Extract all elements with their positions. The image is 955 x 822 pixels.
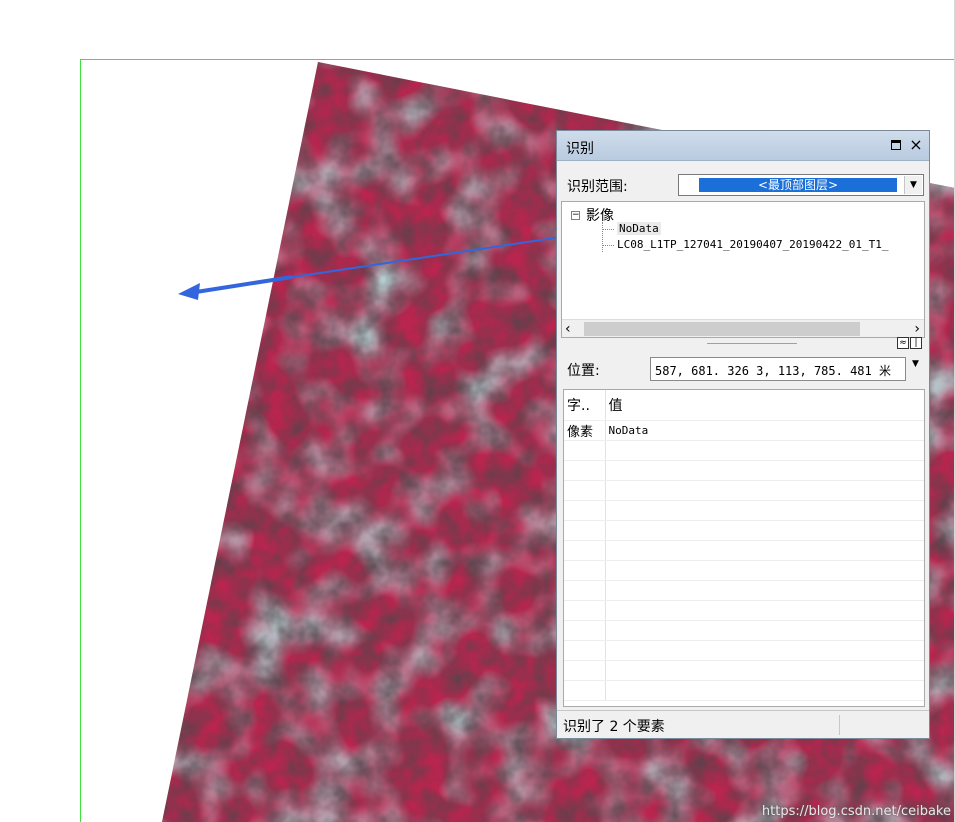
dropdown-arrow-icon[interactable]: ▼: [904, 176, 922, 194]
pane-splitter[interactable]: [707, 343, 797, 344]
empty-row: [564, 480, 924, 501]
status-text: 识别了 2 个要素: [563, 719, 665, 735]
empty-row: [564, 620, 924, 641]
empty-row: [564, 460, 924, 481]
empty-row: [564, 580, 924, 601]
units-dropdown-icon[interactable]: ▼: [912, 359, 919, 369]
location-label: 位置:: [567, 363, 600, 379]
empty-row: [564, 560, 924, 581]
identify-scope-label: 识别范围:: [567, 179, 628, 195]
split-pane-icon[interactable]: |: [910, 337, 922, 349]
empty-row: [564, 660, 924, 681]
tree-item-lc08-raster[interactable]: LC08_L1TP_127041_20190407_20190422_01_T1…: [617, 238, 889, 251]
column-header-field[interactable]: 字..: [564, 390, 606, 421]
collapse-icon[interactable]: −: [571, 211, 580, 220]
table-cell-field: 像素: [564, 420, 606, 441]
empty-row: [564, 600, 924, 621]
table-cell-value: NoData: [605, 420, 924, 441]
column-header-value[interactable]: 值: [605, 390, 924, 421]
empty-row: [564, 680, 924, 701]
status-separator: [839, 715, 840, 735]
status-bar: 识别了 2 个要素: [557, 710, 929, 738]
table-row[interactable]: 像素 NoData: [564, 420, 924, 441]
results-tree[interactable]: − 影像 NoData LC08_L1TP_127041_20190407_20…: [561, 201, 925, 338]
map-frame-border-left: [80, 59, 81, 822]
empty-row: [564, 640, 924, 661]
tree-root-layer[interactable]: 影像: [586, 205, 614, 225]
maximize-button[interactable]: [887, 136, 905, 154]
watermark: https://blog.csdn.net/ceibake: [761, 804, 951, 819]
empty-row: [564, 540, 924, 561]
identify-window[interactable]: 识别 × 识别范围: <最顶部图层> ▼ − 影像 NoData LC08_L1…: [556, 130, 930, 739]
attribute-table[interactable]: 字.. 值 像素 NoData: [563, 389, 925, 707]
tree-connector: [602, 229, 614, 230]
tree-connector: [602, 222, 603, 252]
location-field[interactable]: 587, 681. 326 3, 113, 785. 481 米: [650, 357, 906, 381]
tree-connector: [602, 245, 614, 246]
scroll-left-icon[interactable]: ‹: [565, 320, 571, 337]
tree-item-nodata[interactable]: NoData: [617, 222, 661, 235]
map-frame-border-top: [80, 59, 955, 60]
empty-row: [564, 500, 924, 521]
identify-window-title: 识别: [566, 141, 594, 157]
collapse-pane-icon[interactable]: ≈: [897, 337, 909, 349]
identify-titlebar[interactable]: 识别 ×: [557, 131, 929, 161]
close-icon: ×: [909, 135, 923, 154]
maximize-icon: [891, 140, 901, 150]
identify-scope-select[interactable]: <最顶部图层> ▼: [678, 174, 924, 196]
table-header-row: 字.. 值: [564, 390, 924, 421]
empty-row: [564, 520, 924, 541]
scroll-right-icon[interactable]: ›: [914, 320, 920, 337]
empty-row: [564, 440, 924, 461]
pane-toggle-buttons[interactable]: ≈ |: [897, 337, 927, 350]
identify-scope-value: <最顶部图层>: [699, 178, 897, 192]
tree-horizontal-scrollbar[interactable]: ‹ ›: [562, 319, 924, 337]
close-button[interactable]: ×: [907, 136, 925, 154]
scroll-thumb[interactable]: [584, 322, 860, 336]
